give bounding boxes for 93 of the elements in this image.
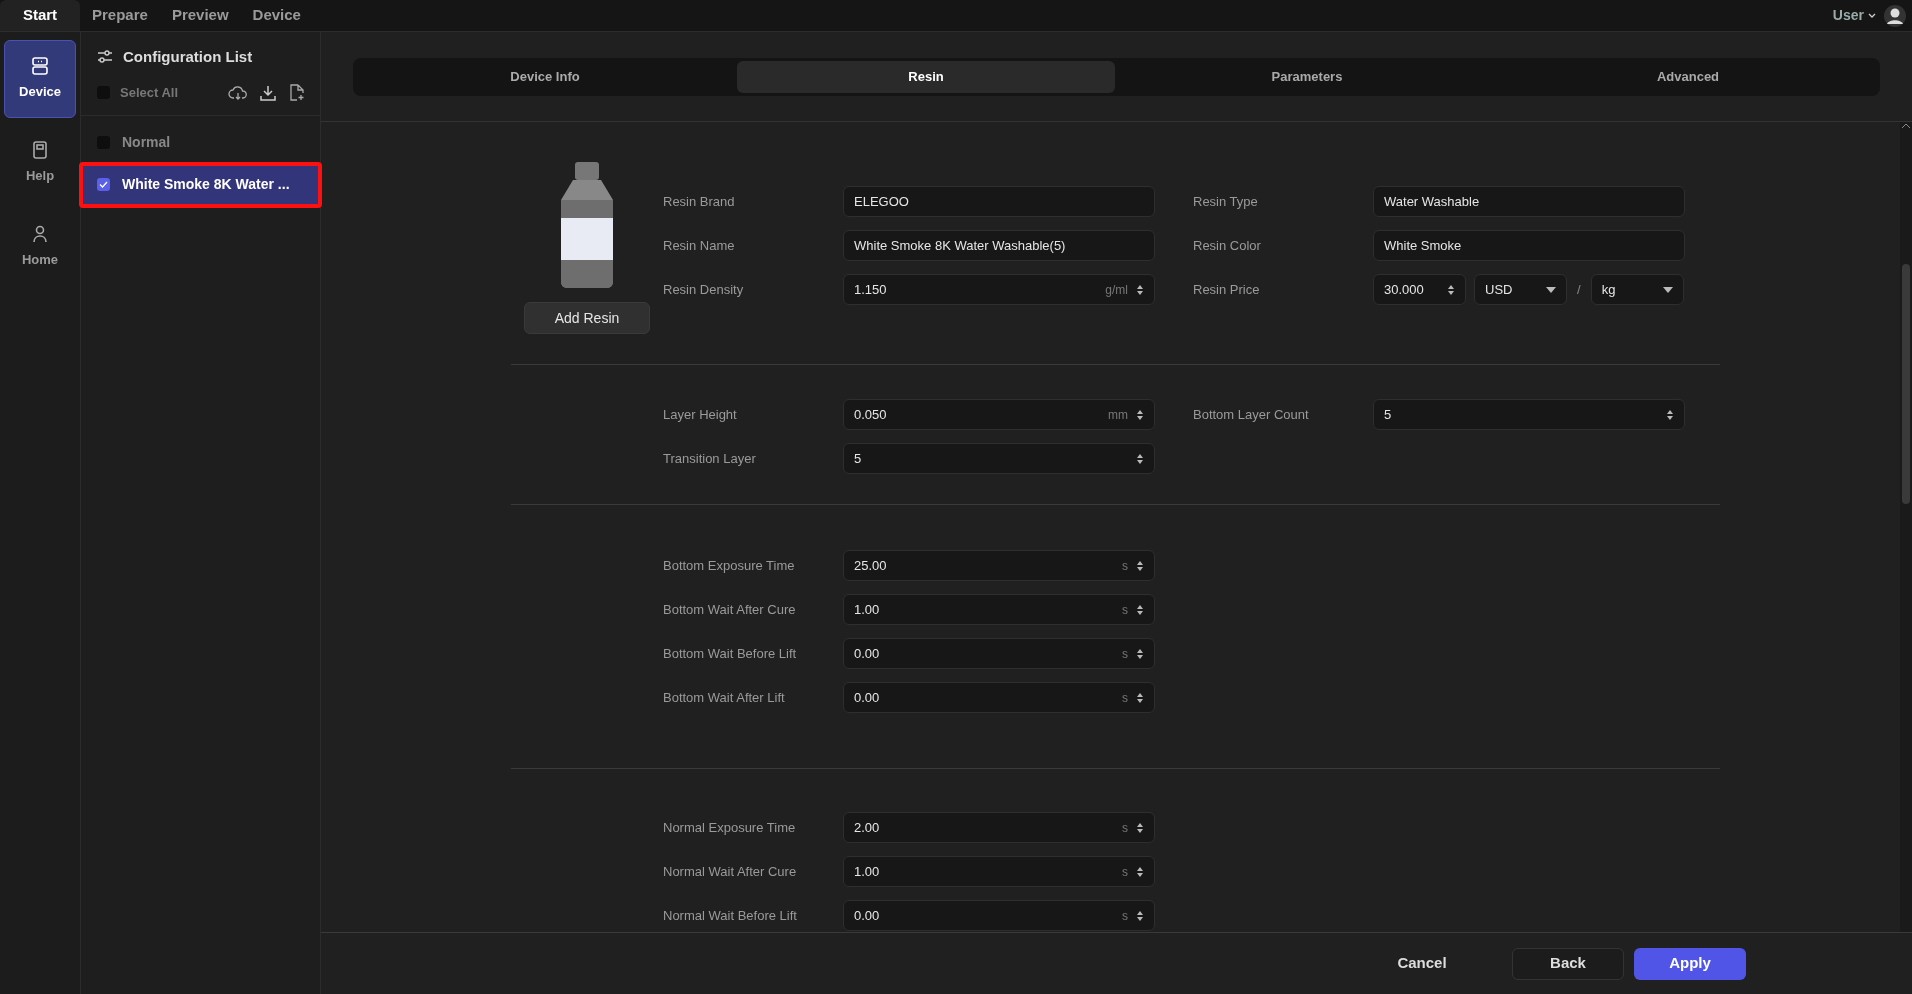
field-label: Resin Name bbox=[663, 236, 736, 255]
text-field[interactable]: ELEGOO bbox=[843, 186, 1155, 217]
cloud-download-icon[interactable] bbox=[228, 84, 248, 101]
stepper-icon[interactable] bbox=[1136, 909, 1144, 922]
scrollbar[interactable] bbox=[1900, 122, 1912, 932]
menu-tab[interactable]: Preview bbox=[159, 0, 241, 31]
stepper-icon[interactable] bbox=[1136, 821, 1144, 834]
add-file-icon[interactable] bbox=[290, 84, 304, 101]
number-field[interactable]: 2.00 s bbox=[843, 812, 1155, 843]
number-field[interactable]: 1.150 g/ml bbox=[843, 274, 1155, 305]
number-field[interactable]: 25.00 s bbox=[843, 550, 1155, 581]
stepper-icon[interactable] bbox=[1136, 603, 1144, 616]
tab[interactable]: Advanced bbox=[1499, 60, 1877, 93]
caret-icon bbox=[1546, 286, 1556, 293]
unit-label: s bbox=[1122, 689, 1128, 707]
number-field[interactable]: 0.00 s bbox=[843, 682, 1155, 713]
user-menu[interactable]: User bbox=[1832, 5, 1864, 26]
field-label: Resin Type bbox=[1193, 192, 1259, 211]
checkbox[interactable] bbox=[97, 178, 110, 191]
sidebar-item[interactable]: Help bbox=[4, 124, 76, 202]
field-label: Resin Brand bbox=[663, 192, 736, 211]
number-field[interactable]: 1.00 s bbox=[843, 594, 1155, 625]
stepper-icon[interactable] bbox=[1666, 408, 1674, 421]
text-field[interactable]: White Smoke bbox=[1373, 230, 1685, 261]
stepper-icon[interactable] bbox=[1136, 865, 1144, 878]
unit-label: s bbox=[1122, 601, 1128, 619]
avatar-icon[interactable] bbox=[1884, 4, 1906, 27]
unit-label: s bbox=[1122, 863, 1128, 881]
number-field[interactable]: 30.000 bbox=[1373, 274, 1466, 305]
sidebar-item[interactable]: Home bbox=[4, 208, 76, 286]
number-field[interactable]: 5 bbox=[843, 443, 1155, 474]
download-icon[interactable] bbox=[260, 84, 276, 101]
tab[interactable]: Device Info bbox=[356, 60, 734, 93]
add-resin-button[interactable]: Add Resin bbox=[524, 302, 650, 334]
unit-label: s bbox=[1122, 645, 1128, 663]
field-label: Bottom Wait Before Lift bbox=[663, 644, 798, 663]
scrollbar-thumb[interactable] bbox=[1902, 264, 1910, 504]
number-field[interactable]: 0.00 s bbox=[843, 638, 1155, 669]
unit-label: mm bbox=[1108, 406, 1128, 424]
field-label: Normal Wait Before Lift bbox=[663, 906, 798, 925]
field-label: Layer Height bbox=[663, 405, 738, 424]
stepper-icon[interactable] bbox=[1136, 283, 1144, 296]
select-all-label: Select All bbox=[120, 83, 180, 102]
tab[interactable]: Parameters bbox=[1118, 60, 1496, 93]
field-label: Resin Color bbox=[1193, 236, 1262, 255]
stepper-icon[interactable] bbox=[1136, 647, 1144, 660]
sliders-icon bbox=[97, 50, 113, 65]
tab[interactable]: Resin bbox=[737, 60, 1115, 93]
stepper-icon[interactable] bbox=[1136, 691, 1144, 704]
stepper-icon[interactable] bbox=[1136, 408, 1144, 421]
field-label: Resin Price bbox=[1193, 280, 1261, 299]
unit-label: s bbox=[1122, 819, 1128, 837]
config-name: White Smoke 8K Water ... bbox=[122, 175, 290, 194]
config-item[interactable]: White Smoke 8K Water ... bbox=[81, 163, 320, 206]
unit-dropdown[interactable]: kg bbox=[1590, 274, 1684, 305]
footer-button[interactable]: Back bbox=[1512, 947, 1624, 980]
text-field[interactable]: Water Washable bbox=[1373, 186, 1685, 217]
chevron-down-icon bbox=[1868, 12, 1876, 19]
footer-button[interactable]: Cancel bbox=[1366, 947, 1478, 980]
config-name: Normal bbox=[122, 133, 171, 152]
menu-tab[interactable]: Prepare bbox=[80, 0, 160, 31]
field-label: Bottom Exposure Time bbox=[663, 556, 796, 575]
server-icon bbox=[30, 56, 50, 77]
unit-label: g/ml bbox=[1105, 281, 1128, 299]
stepper-icon[interactable] bbox=[1136, 452, 1144, 465]
text-field[interactable]: White Smoke 8K Water Washable(5) bbox=[843, 230, 1155, 261]
field-label: Normal Wait After Cure bbox=[663, 862, 798, 881]
field-label: Transition Layer bbox=[663, 449, 757, 468]
number-field[interactable]: 0.00 s bbox=[843, 900, 1155, 931]
field-label: Bottom Wait After Lift bbox=[663, 688, 786, 707]
number-field[interactable]: 0.050 mm bbox=[843, 399, 1155, 430]
config-item[interactable]: Normal bbox=[81, 121, 320, 164]
unit-label: s bbox=[1122, 557, 1128, 575]
caret-icon bbox=[1662, 286, 1673, 293]
unit-label: s bbox=[1122, 907, 1128, 925]
field-label: Resin Density bbox=[663, 280, 745, 299]
footer-button[interactable]: Apply bbox=[1634, 947, 1746, 980]
number-field[interactable]: 5 bbox=[1373, 399, 1685, 430]
separator-text: / bbox=[1576, 280, 1582, 299]
field-label: Bottom Wait After Cure bbox=[663, 600, 797, 619]
menu-tab[interactable]: Device bbox=[240, 0, 313, 31]
menu-tab[interactable]: Start bbox=[0, 0, 80, 31]
currency-dropdown[interactable]: USD bbox=[1474, 274, 1567, 305]
sidebar-item[interactable]: Device bbox=[4, 40, 76, 118]
stepper-icon[interactable] bbox=[1447, 283, 1455, 296]
number-field[interactable]: 1.00 s bbox=[843, 856, 1155, 887]
person-icon bbox=[31, 224, 49, 245]
field-label: Normal Exposure Time bbox=[663, 818, 797, 837]
panel-title: Configuration List bbox=[123, 47, 253, 67]
scroll-up-icon[interactable] bbox=[1901, 122, 1911, 130]
field-label: Bottom Layer Count bbox=[1193, 405, 1310, 424]
book-icon bbox=[31, 140, 49, 161]
stepper-icon[interactable] bbox=[1136, 559, 1144, 572]
